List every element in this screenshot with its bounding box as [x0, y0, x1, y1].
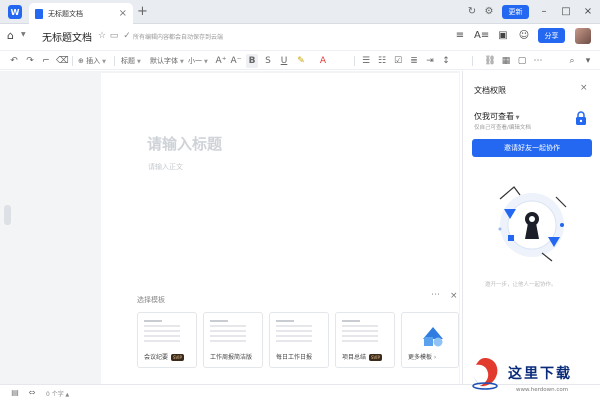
font-select[interactable]: 默认字体 ▼: [150, 54, 184, 68]
watermark: 这里下载 www.herdown.com: [470, 356, 600, 400]
template-section-label: 选择模板: [137, 296, 165, 304]
tab-close-icon[interactable]: ×: [119, 8, 127, 19]
template-card[interactable]: 每日工作日报: [269, 312, 329, 368]
document-title[interactable]: 无标题文档: [42, 29, 92, 44]
outline-icon[interactable]: ▤: [9, 387, 21, 399]
strikethrough-icon[interactable]: S: [262, 54, 274, 68]
underline-icon[interactable]: U: [278, 54, 290, 68]
shapes-icon: [423, 327, 443, 347]
avatar[interactable]: [575, 28, 591, 44]
close-window-button[interactable]: ×: [580, 4, 596, 20]
template-card[interactable]: 项目总结 SVIP: [335, 312, 395, 368]
permission-description: 仅自己可查看/编辑文档: [474, 125, 531, 131]
comment-icon[interactable]: ▢: [516, 54, 528, 68]
panel-title: 文档权限: [474, 86, 506, 95]
font-size-select[interactable]: 小一 ▼: [188, 54, 208, 68]
menu-icon[interactable]: ≡: [453, 29, 467, 43]
app-window: W 无标题文档 × + ↻ ⚙ 更新 – □ × ⌂ ▼ 无标题文档 ☆ ▭ ✓…: [0, 0, 600, 400]
collaboration-illustration: [498, 186, 567, 262]
share-button[interactable]: 分享: [538, 28, 565, 43]
lock-icon: [576, 111, 586, 125]
clear-format-icon[interactable]: ⌫: [56, 54, 69, 68]
chevron-down-icon[interactable]: ▼: [21, 31, 26, 38]
format-toolbar: ↶ ↷ ⌐ ⌫ ⊕ 插入 ▼ 标题 ▼ 默认字体 ▼ 小一 ▼ A⁺ A⁻ B S U …: [0, 50, 600, 70]
page-width-icon[interactable]: ⇔: [26, 387, 38, 399]
document-icon: [35, 8, 43, 19]
new-tab-button[interactable]: +: [137, 5, 148, 18]
bullet-list-icon[interactable]: ☰: [360, 54, 372, 68]
more-icon[interactable]: ⋯: [532, 54, 544, 68]
app-logo[interactable]: W: [8, 5, 22, 19]
numbered-list-icon[interactable]: ☷: [376, 54, 388, 68]
tab-title: 无标题文档: [48, 9, 83, 18]
add-collaborator-icon[interactable]: ☺: [517, 29, 531, 43]
chevron-down-icon[interactable]: ▾: [582, 54, 594, 68]
template-name: 会议纪要: [144, 354, 169, 361]
close-icon[interactable]: ×: [580, 83, 588, 93]
template-card[interactable]: 会议纪要 SVIP: [137, 312, 197, 368]
present-icon[interactable]: ▣: [496, 29, 510, 43]
template-name: 更多模板: [408, 354, 433, 361]
plus-circle-icon: ⊕: [78, 57, 87, 65]
document-header: ⌂ ▼ 无标题文档 ☆ ▭ ✓ 所有编辑内容都会自动保存到云端 ≡ A≡ ▣ ☺…: [0, 25, 600, 47]
title-bar: W 无标题文档 × + ↻ ⚙ 更新 – □ ×: [0, 0, 600, 24]
permission-select[interactable]: 仅我可查看 ▼: [474, 111, 519, 122]
highlight-icon[interactable]: ✎: [295, 54, 307, 68]
home-icon[interactable]: ⌂: [7, 29, 21, 43]
watermark-url: www.herdown.com: [516, 387, 569, 393]
word-count[interactable]: 0 个字 ▲: [46, 389, 69, 398]
align-icon[interactable]: ≣: [408, 54, 420, 68]
checklist-icon[interactable]: ☑: [392, 54, 404, 68]
template-name: 每日工作日报: [276, 354, 313, 361]
title-placeholder[interactable]: 请输入标题: [147, 133, 222, 154]
watermark-logo: [472, 358, 498, 390]
text-format-icon[interactable]: A≡: [474, 29, 489, 43]
decrease-font-icon[interactable]: A⁻: [230, 54, 242, 68]
maximize-button[interactable]: □: [558, 4, 574, 20]
permission-panel: 文档权限 × 仅我可查看 ▼ 仅自己可查看/编辑文档 邀请好友一起协作 邀开一步…: [462, 71, 600, 384]
update-button[interactable]: 更新: [502, 5, 529, 19]
line-spacing-icon[interactable]: ↕: [440, 54, 452, 68]
template-name: 工作周报简洁版: [210, 354, 253, 361]
increase-font-icon[interactable]: A⁺: [215, 54, 227, 68]
minimize-button[interactable]: –: [536, 4, 552, 20]
template-name: 项目总结: [342, 354, 367, 361]
heading-select[interactable]: 标题 ▼: [121, 54, 141, 68]
search-icon[interactable]: ⌕: [566, 54, 578, 68]
svip-badge: SVIP: [171, 354, 184, 361]
watermark-text: 这里下载: [508, 366, 572, 382]
bold-icon[interactable]: B: [246, 54, 258, 68]
link-icon[interactable]: ⛓: [484, 54, 496, 68]
format-painter-icon[interactable]: ⌐: [40, 54, 52, 68]
panel-hint: 邀开一步，让他人一起协作。: [485, 282, 557, 288]
redo-icon[interactable]: ↷: [24, 54, 36, 68]
insert-menu[interactable]: ⊕ 插入 ▼: [78, 54, 106, 68]
invite-collaborators-button[interactable]: 邀请好友一起协作: [472, 139, 592, 157]
body-placeholder[interactable]: 请输入正文: [148, 162, 183, 172]
cloud-check-icon: ✓: [123, 31, 131, 41]
sidebar-toggle-handle[interactable]: [4, 205, 11, 225]
tab-document[interactable]: 无标题文档 ×: [29, 3, 133, 24]
star-icon[interactable]: ☆: [96, 30, 108, 42]
save-status: 所有编辑内容都会自动保存到云端: [133, 34, 224, 41]
undo-icon[interactable]: ↶: [8, 54, 20, 68]
table-icon[interactable]: ▦: [500, 54, 512, 68]
svip-badge: SVIP: [369, 354, 382, 361]
folder-icon[interactable]: ▭: [108, 30, 120, 42]
indent-icon[interactable]: ⇥: [424, 54, 436, 68]
history-icon[interactable]: ↻: [466, 6, 478, 18]
more-options-icon[interactable]: ⋯: [431, 290, 440, 300]
close-icon[interactable]: ×: [450, 291, 458, 301]
font-color-icon[interactable]: A: [317, 54, 329, 68]
template-card[interactable]: 工作周报简洁版: [203, 312, 263, 368]
template-card-more[interactable]: 更多模板 ›: [401, 312, 459, 368]
settings-icon[interactable]: ⚙: [483, 6, 495, 18]
